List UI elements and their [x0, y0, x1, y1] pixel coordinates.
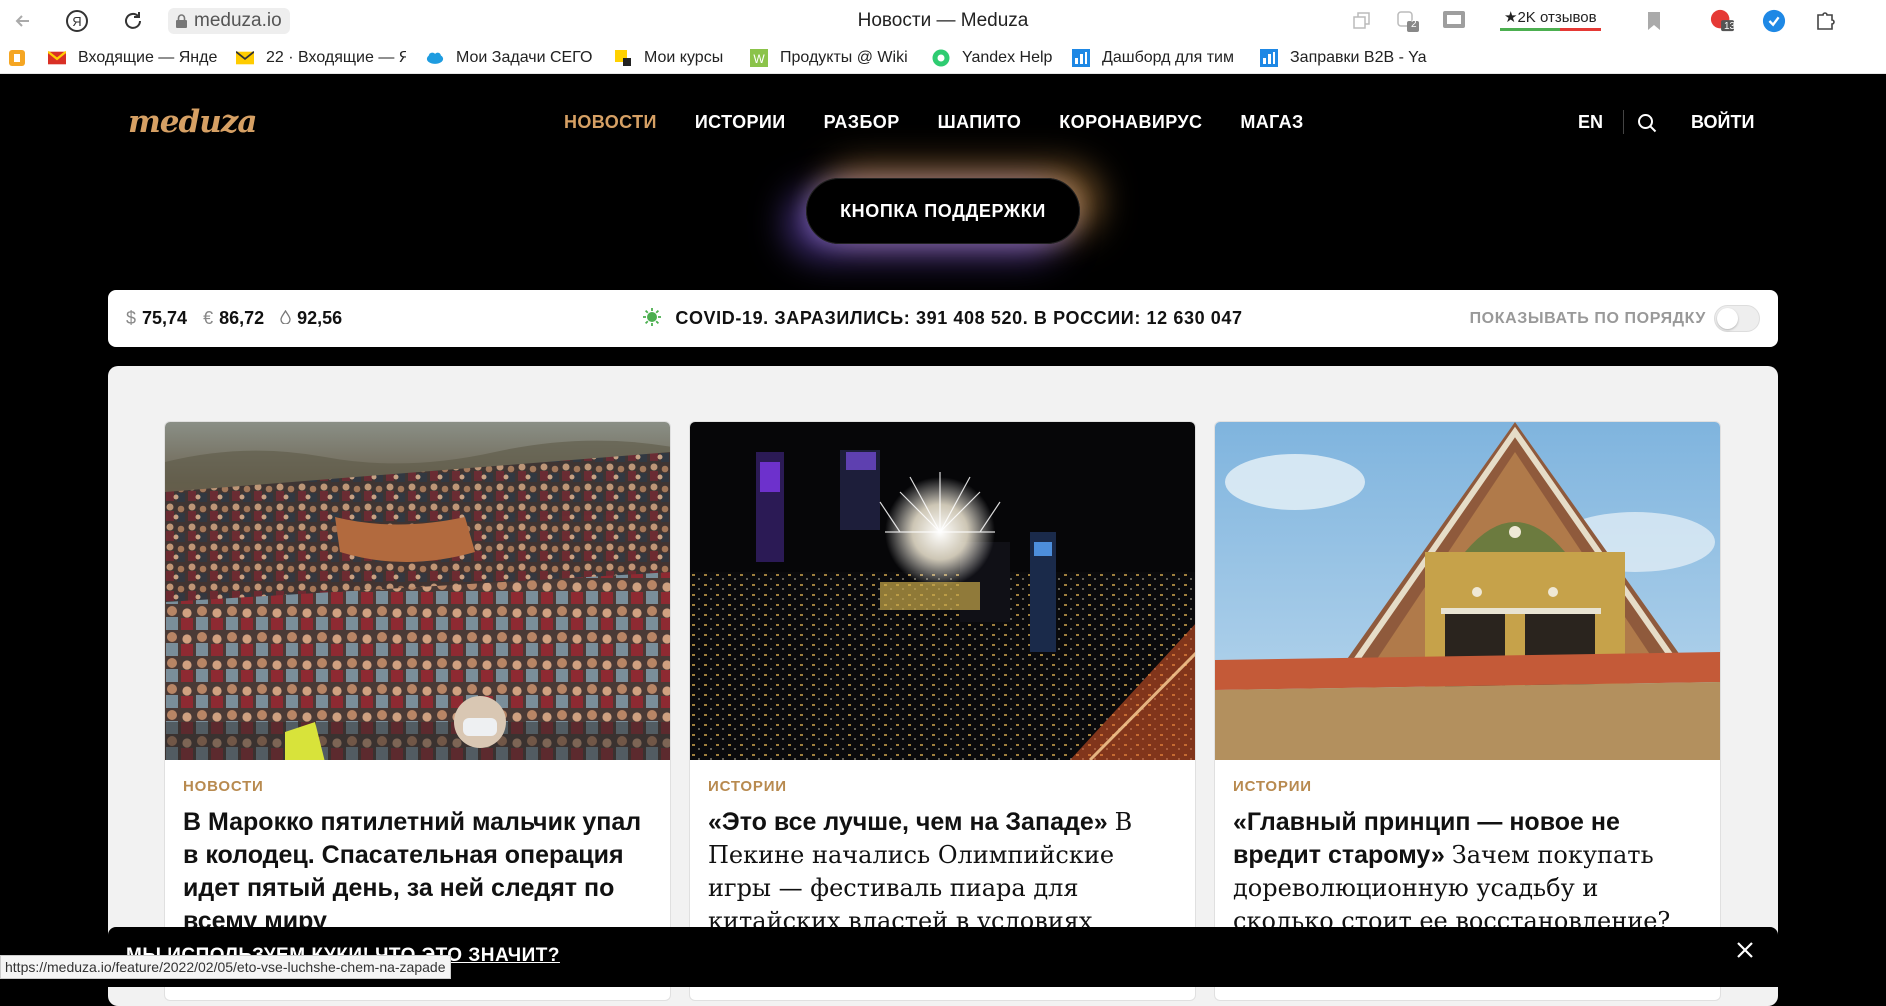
order-toggle[interactable]	[1714, 305, 1760, 332]
address-text: meduza.io	[194, 10, 282, 31]
bookmark-icon[interactable]	[1642, 9, 1666, 33]
card-title: В Марокко пятилетний мальчик упал в коло…	[183, 808, 642, 935]
adblock-icon[interactable]: 13	[1710, 9, 1736, 33]
nav-item-analysis[interactable]: РАЗБОР	[824, 112, 900, 133]
back-icon[interactable]	[10, 8, 36, 34]
info-bar: $75,74 €86,72 92,56 COVID-19. ЗАРАЗИЛИСЬ…	[108, 290, 1778, 347]
reviews-label: ★2K отзывов	[1504, 9, 1597, 26]
mail-icon	[236, 49, 254, 67]
card-headline[interactable]: «Главный принцип — новое не вредит старо…	[1233, 806, 1703, 938]
bookmark-item-7[interactable]: Заправки B2B - Ya	[1260, 48, 1430, 68]
card-headline[interactable]: В Марокко пятилетний мальчик упал в коло…	[183, 806, 653, 938]
bookmark-item-3[interactable]: Мои курсы	[614, 48, 754, 68]
bookmarks-bar: Входящие — Янде 22 · Входящие — Я Мои За…	[0, 42, 1886, 74]
support-button[interactable]: КНОПКА ПОДДЕРЖКИ	[806, 178, 1080, 244]
help-icon	[932, 49, 950, 67]
card-rubric: НОВОСТИ	[183, 778, 264, 795]
address-bar[interactable]: meduza.io	[168, 8, 290, 34]
bookmark-label: Мои курсы	[644, 49, 724, 66]
adblock-count: 13	[1724, 21, 1736, 32]
bookmark-home[interactable]	[8, 48, 44, 68]
card-photo-crowd	[165, 422, 670, 760]
covid-text: COVID-19. ЗАРАЗИЛИСЬ: 391 408 520. В РОС…	[675, 308, 1243, 328]
meduza-logo[interactable]: meduza	[128, 104, 257, 140]
card-title: «Это все лучше, чем на Западе»	[708, 808, 1108, 836]
news-feed: НОВОСТИ В Марокко пятилетний мальчик упа…	[108, 366, 1778, 1006]
yandex-icon[interactable]: Я	[64, 8, 90, 34]
status-bar-url: https://meduza.io/feature/2022/02/05/eto…	[0, 955, 451, 979]
chat-icon[interactable]	[1442, 9, 1466, 33]
virus-icon	[643, 308, 662, 326]
reload-icon[interactable]	[120, 8, 146, 34]
copy-icon[interactable]	[1350, 9, 1374, 33]
bookmark-label: Заправки B2B - Ya	[1290, 49, 1427, 66]
puzzle-icon[interactable]	[1814, 9, 1838, 33]
news-card[interactable]: ИСТОРИИ «Это все лучше, чем на Западе» В…	[689, 421, 1196, 1001]
course-icon	[614, 49, 632, 67]
language-switch[interactable]: EN	[1578, 112, 1603, 133]
card-photo-fireworks	[690, 422, 1195, 760]
bookmark-label: Входящие — Янде	[78, 49, 218, 66]
login-button[interactable]: ВОЙТИ	[1691, 112, 1754, 133]
bookmark-label: Продукты @ Wiki	[780, 49, 908, 66]
bookmark-label: Мои Задачи СЕГО	[456, 49, 593, 66]
shield-extension-icon[interactable]	[1762, 9, 1786, 33]
svg-text:Я: Я	[72, 14, 81, 29]
lock-icon	[176, 14, 187, 28]
bookmark-item-0[interactable]: Входящие — Янде	[48, 48, 218, 68]
svg-text:W: W	[753, 52, 765, 66]
extension-badge-count: 2	[1411, 19, 1417, 30]
nav-item-news[interactable]: НОВОСТИ	[564, 112, 657, 133]
nav-item-coronavirus[interactable]: КОРОНАВИРУС	[1059, 112, 1202, 133]
chart-icon	[1260, 49, 1278, 67]
bookmark-label: 22 · Входящие — Я	[266, 49, 406, 66]
card-rubric: ИСТОРИИ	[1233, 778, 1312, 795]
nav-item-shapito[interactable]: ШАПИТО	[938, 112, 1022, 133]
extension-badge-icon[interactable]: 2	[1396, 9, 1420, 33]
browser-toolbar: Я meduza.io Новости — Meduza 2 ★2K отзыв…	[0, 0, 1886, 42]
bookmark-item-1[interactable]: 22 · Входящие — Я	[236, 48, 406, 68]
news-card[interactable]: НОВОСТИ В Марокко пятилетний мальчик упа…	[164, 421, 671, 1001]
close-icon[interactable]	[1732, 937, 1758, 963]
card-rubric: ИСТОРИИ	[708, 778, 787, 795]
nav-item-stories[interactable]: ИСТОРИИ	[695, 112, 786, 133]
news-card[interactable]: ИСТОРИИ «Главный принцип — новое не вред…	[1214, 421, 1721, 1001]
reviews-badge[interactable]: ★2K отзывов	[1500, 7, 1601, 31]
order-label: ПОКАЗЫВАТЬ ПО ПОРЯДКУ	[1469, 310, 1706, 327]
wiki-icon: W	[750, 49, 768, 67]
cloud-icon	[426, 49, 444, 67]
home-bookmark-icon	[8, 49, 26, 67]
bookmark-label: Yandex Help	[962, 49, 1053, 66]
chart-icon	[1072, 49, 1090, 67]
search-icon[interactable]	[1637, 113, 1657, 138]
bookmark-item-5[interactable]: Yandex Help	[932, 48, 1062, 68]
card-headline[interactable]: «Это все лучше, чем на Западе» В Пекине …	[708, 806, 1178, 938]
mail-icon	[48, 49, 66, 67]
card-photo-house	[1215, 422, 1720, 760]
bookmark-item-4[interactable]: W Продукты @ Wiki	[750, 48, 920, 68]
bookmark-label: Дашборд для тим	[1102, 49, 1234, 66]
header-divider	[1623, 110, 1624, 134]
bookmark-item-6[interactable]: Дашборд для тим	[1072, 48, 1242, 68]
nav-item-shop[interactable]: МАГАЗ	[1240, 112, 1303, 133]
bookmark-item-2[interactable]: Мои Задачи СЕГО	[426, 48, 596, 68]
main-nav: НОВОСТИ ИСТОРИИ РАЗБОР ШАПИТО КОРОНАВИРУ…	[564, 112, 1342, 133]
